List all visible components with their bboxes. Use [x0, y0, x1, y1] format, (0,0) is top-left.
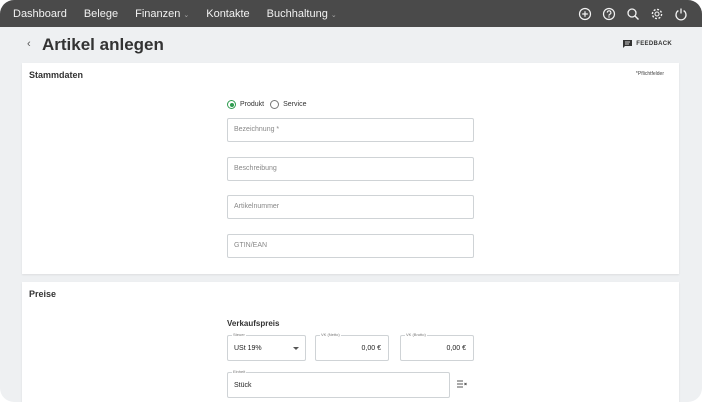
- radio-service[interactable]: [270, 100, 280, 109]
- radio-label-produkt[interactable]: Produkt: [240, 101, 264, 108]
- vk-brutto-input[interactable]: VK (Brutto) 0,00 €: [400, 332, 474, 361]
- field-label: Steuer: [232, 332, 246, 337]
- vk-brutto-value: 0,00 €: [446, 345, 466, 352]
- einheit-input[interactable]: Einheit Stück: [227, 369, 450, 398]
- caret-down-icon: [293, 347, 299, 350]
- nav-item-belege[interactable]: Belege: [84, 8, 118, 20]
- nav-actions: [568, 0, 688, 27]
- unit-list-icon[interactable]: [457, 380, 467, 388]
- field-label: VK (Brutto): [405, 332, 427, 337]
- feedback-icon: [623, 40, 633, 48]
- back-arrow-icon[interactable]: ‹: [27, 38, 31, 50]
- vk-netto-input[interactable]: VK (Netto) 0,00 €: [315, 332, 389, 361]
- field-placeholder: Artikelnummer: [234, 203, 280, 210]
- field-placeholder: GTIN/EAN: [234, 242, 268, 249]
- feedback-label: FEEDBACK: [636, 41, 672, 47]
- nav-item-kontakte[interactable]: Kontakte: [206, 8, 249, 20]
- help-icon[interactable]: [602, 7, 616, 21]
- steuer-value: USt 19%: [234, 345, 262, 352]
- vk-netto-value: 0,00 €: [361, 345, 381, 352]
- required-fields-note: *Pflichtfelder: [635, 71, 664, 77]
- section-title: Stammdaten: [29, 70, 84, 80]
- power-icon[interactable]: [674, 7, 688, 21]
- search-icon[interactable]: [626, 7, 640, 21]
- nav-label: Buchhaltung: [266, 7, 328, 20]
- section-title: Preise: [29, 289, 57, 299]
- nav-label: Finanzen: [135, 7, 181, 20]
- field-placeholder: Bezeichnung *: [234, 126, 280, 133]
- nav-item-finanzen[interactable]: Finanzen ⌄: [135, 8, 189, 20]
- field-placeholder: Beschreibung: [234, 165, 277, 172]
- steuer-select[interactable]: Steuer USt 19%: [227, 332, 306, 361]
- stammdaten-card: Stammdaten *Pflichtfelder Produkt Servic…: [22, 63, 679, 274]
- settings-gear-icon[interactable]: [650, 7, 664, 21]
- nav-label: Belege: [83, 7, 119, 20]
- radio-produkt[interactable]: [227, 100, 236, 109]
- page-title: Artikel anlegen: [42, 35, 164, 54]
- field-label: Einheit: [232, 369, 247, 374]
- radio-label-service[interactable]: Service: [283, 101, 306, 108]
- einheit-value: Stück: [234, 382, 252, 389]
- feedback-button[interactable]: FEEDBACK: [623, 40, 672, 48]
- nav-item-buchhaltung[interactable]: Buchhaltung ⌄: [267, 8, 337, 20]
- artikelnummer-input[interactable]: Artikelnummer: [227, 195, 474, 219]
- nav-label: Kontakte: [206, 7, 250, 20]
- page-header: ‹ Artikel anlegen FEEDBACK: [0, 27, 702, 63]
- nav-item-dashboard[interactable]: Dashboard: [13, 8, 67, 20]
- field-label: VK (Netto): [320, 332, 341, 337]
- preise-card: Preise Verkaufspreis Steuer USt 19% VK (…: [22, 282, 679, 402]
- chevron-down-icon: ⌄: [183, 11, 190, 19]
- add-circle-icon[interactable]: [578, 7, 592, 21]
- main-nav: Dashboard Belege Finanzen ⌄ Kontakte Buch…: [13, 8, 354, 20]
- top-navigation-bar: Dashboard Belege Finanzen ⌄ Kontakte Buch…: [0, 0, 702, 27]
- bezeichnung-input[interactable]: Bezeichnung *: [227, 118, 474, 142]
- article-type-radio-group: Produkt Service: [227, 100, 312, 109]
- verkaufspreis-heading: Verkaufspreis: [227, 319, 280, 328]
- nav-label: Dashboard: [13, 7, 67, 20]
- app-window: Dashboard Belege Finanzen ⌄ Kontakte Buch…: [0, 0, 702, 402]
- gtin-ean-input[interactable]: GTIN/EAN: [227, 234, 474, 258]
- chevron-down-icon: ⌄: [330, 11, 337, 19]
- beschreibung-input[interactable]: Beschreibung: [227, 157, 474, 181]
